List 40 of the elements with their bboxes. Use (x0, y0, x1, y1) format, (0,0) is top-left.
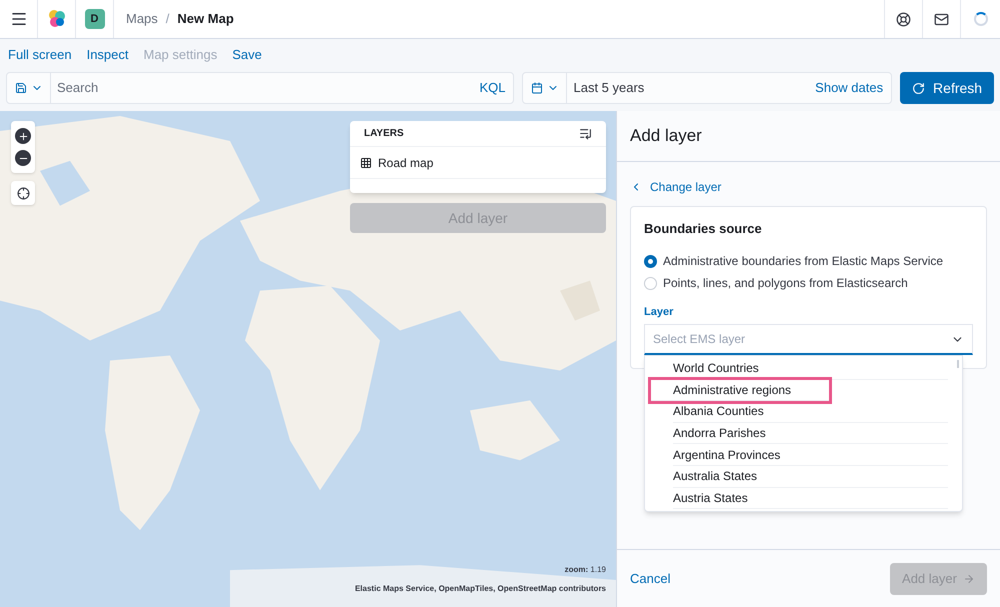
layers-title: LAYERS (364, 127, 404, 141)
breadcrumb-separator: / (166, 10, 170, 28)
search-bar[interactable]: Search KQL (6, 72, 514, 104)
map-attribution: Elastic Maps Service, OpenMapTiles, OpenStreetMap contributors (354, 583, 606, 595)
save-icon (14, 82, 26, 94)
source-radio[interactable]: Administrative boundaries from Elastic Maps Service (644, 250, 973, 272)
breadcrumb[interactable]: Maps (126, 9, 158, 29)
layer-label: Layer (644, 305, 674, 319)
calendar-icon (530, 82, 543, 94)
zoom-level: zoom: 1.19 (564, 564, 606, 576)
layer-option[interactable]: Argentina Provinces (673, 444, 948, 466)
top-nav-link[interactable]: Save (232, 45, 262, 65)
arrow-right-icon (962, 572, 975, 584)
layer-option[interactable]: Austria States (673, 488, 948, 510)
layer-option[interactable]: World Countries (673, 358, 948, 380)
collapse-icon[interactable] (579, 127, 592, 140)
layer-option[interactable]: Albania Counties (673, 401, 948, 423)
top-nav-link[interactable]: Full screen (8, 45, 72, 65)
source-radio[interactable]: Points, lines, and polygons from Elasticsearch (644, 272, 973, 294)
source-title: Boundaries source (644, 221, 763, 237)
zoom-in-icon[interactable] (15, 128, 31, 144)
time-range[interactable]: Last 5 years (567, 78, 808, 98)
layer-option[interactable]: Australia States (673, 466, 948, 488)
crosshair-icon[interactable] (11, 181, 35, 205)
layer-option[interactable]: Administrative regions (651, 380, 829, 402)
top-nav-link[interactable]: Inspect (86, 45, 128, 65)
flyout-title: Add layer (630, 125, 702, 148)
change-layer-link[interactable]: Change layer (630, 178, 722, 196)
show-dates-link[interactable]: Show dates (807, 78, 892, 98)
breadcrumb[interactable]: New Map (177, 9, 234, 29)
refresh-button[interactable]: Refresh (900, 72, 994, 104)
cancel-button[interactable]: Cancel (630, 568, 670, 588)
layer-option[interactable]: Andorra Parishes (673, 422, 948, 444)
grid-icon (360, 156, 372, 168)
query-language-button[interactable]: KQL (471, 78, 514, 98)
loading-spinner-icon (974, 12, 988, 26)
refresh-icon (912, 82, 926, 94)
zoom-out-icon[interactable] (15, 150, 31, 166)
layer-item[interactable]: Road map (350, 147, 606, 179)
space-avatar[interactable]: D (84, 9, 104, 29)
